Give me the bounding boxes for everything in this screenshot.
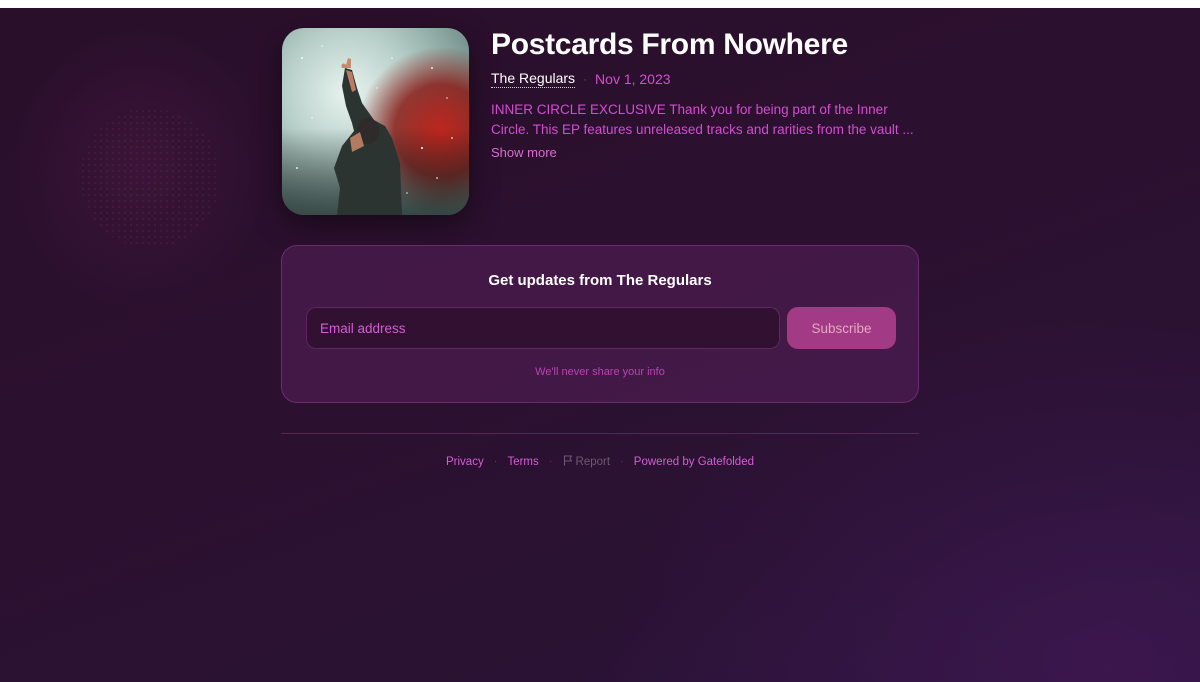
concert-photo-icon: [282, 28, 469, 215]
footer-divider: [281, 433, 919, 434]
report-link[interactable]: Report: [563, 455, 611, 468]
release-page: Postcards From Nowhere The Regulars · No…: [0, 8, 1200, 682]
footer-separator: ·: [620, 456, 624, 467]
artist-link[interactable]: The Regulars: [491, 70, 576, 88]
release-date: Nov 1, 2023: [595, 71, 671, 87]
release-title: Postcards From Nowhere: [491, 28, 848, 61]
flag-icon: [563, 455, 572, 466]
footer-separator: ·: [493, 456, 498, 467]
report-label: Report: [575, 455, 611, 468]
album-cover: [282, 28, 469, 215]
privacy-note: We'll never share your info: [535, 366, 665, 378]
footer: Privacy · Terms · Report · Powered by Ga…: [0, 455, 1200, 468]
subscribe-title: Get updates from The Regulars: [488, 272, 712, 289]
email-field[interactable]: [306, 307, 780, 349]
privacy-link[interactable]: Privacy: [446, 456, 484, 468]
subscribe-button[interactable]: Subscribe: [787, 307, 896, 349]
release-description: INNER CIRCLE EXCLUSIVE Thank you for bei…: [491, 102, 914, 137]
background-dot-pattern: [80, 108, 220, 248]
meta-separator: ·: [583, 72, 588, 86]
browser-top-strip: [0, 0, 1200, 8]
subscribe-card: Get updates from The Regulars Subscribe …: [281, 245, 919, 403]
terms-link[interactable]: Terms: [507, 456, 538, 468]
show-more-link[interactable]: Show more: [491, 145, 557, 160]
powered-by-link[interactable]: Powered by Gatefolded: [634, 456, 754, 468]
footer-separator: ·: [548, 456, 553, 467]
release-meta: The Regulars · Nov 1, 2023: [491, 70, 671, 88]
